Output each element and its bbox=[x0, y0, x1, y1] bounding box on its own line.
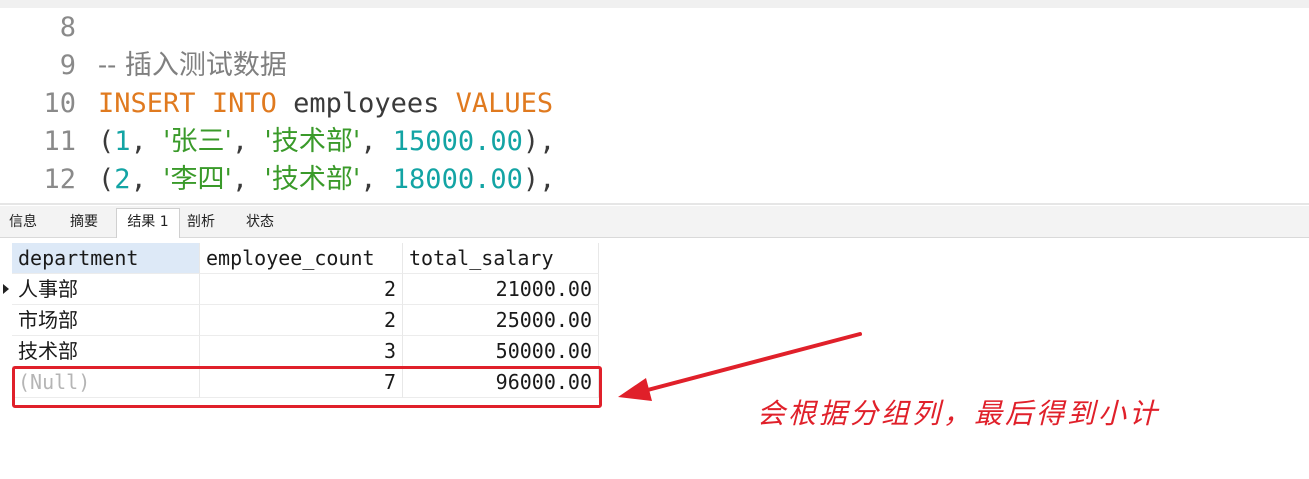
annotation-text: 会根据分组列，最后得到小计 bbox=[757, 397, 1161, 430]
